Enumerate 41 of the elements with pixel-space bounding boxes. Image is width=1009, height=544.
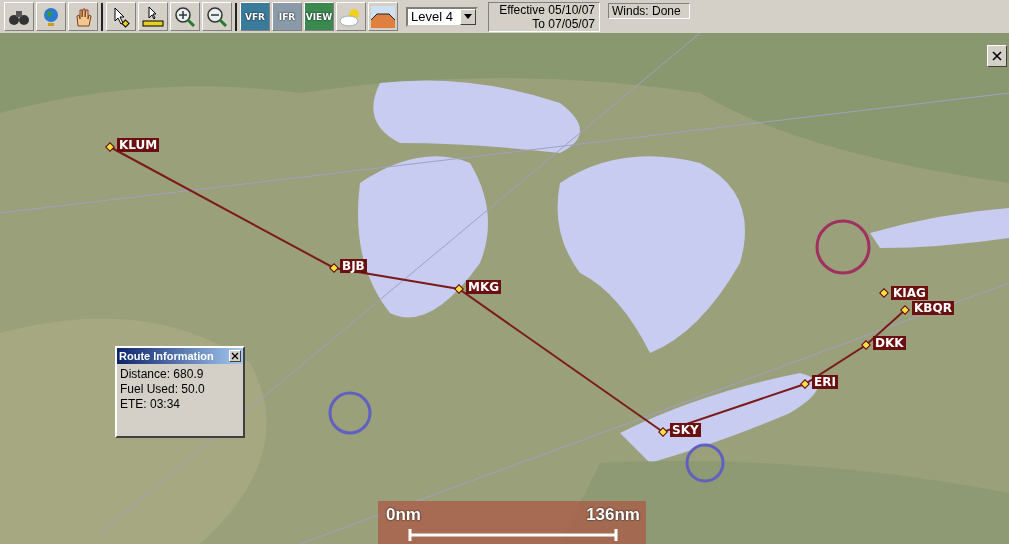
waypoint-label: KBQR [912,301,954,315]
waypoint-icon[interactable] [879,288,889,298]
scale-start: 0nm [386,505,421,525]
waypoint-label: DKK [873,336,906,350]
zoom-in-icon[interactable] [170,2,200,31]
globe-icon[interactable] [36,2,66,31]
chart-button[interactable]: IFR [272,2,302,31]
binoculars-icon[interactable] [4,2,34,31]
close-button[interactable] [987,45,1007,67]
hand-icon[interactable] [68,2,98,31]
waypoint-icon[interactable] [861,340,871,350]
waypoint-icon[interactable] [454,284,464,294]
waypoint-icon[interactable] [800,379,810,389]
close-button[interactable] [229,350,241,362]
winds-status: Winds: Done [608,3,690,19]
pointer-icon[interactable] [106,2,136,31]
panel-title: Route Information [119,350,214,362]
effective-dates: Effective 05/10/07 To 07/05/07 [488,1,600,32]
waypoint-label: ERI [812,375,838,389]
waypoint-icon[interactable] [329,263,339,273]
waypoint-icon[interactable] [105,142,115,152]
close-icon [992,51,1002,61]
waypoint-icon[interactable] [900,305,910,315]
waypoint-label: BJB [340,259,367,273]
route-info-line: Fuel Used: 50.0 [119,382,206,397]
chart-button[interactable]: VFR [240,2,270,31]
waypoint-icon[interactable] [658,427,668,437]
scale-end: 136nm [586,505,640,525]
waypoint-label: KIAG [891,286,928,300]
route-info-line: ETE: 03:34 [119,397,182,412]
close-icon [231,352,239,360]
weather-icon[interactable] [336,2,366,31]
ruler-pointer-icon[interactable] [138,2,168,31]
zoom-out-icon[interactable] [202,2,232,31]
chart-button[interactable]: VIEW [304,2,334,31]
waypoint-label: SKY [670,423,701,437]
profile-icon[interactable] [368,2,398,31]
waypoint-label: MKG [466,280,502,294]
level-select[interactable]: Level 4 [406,6,478,27]
waypoint-label: KLUM [117,138,160,152]
route-info-line: Distance: 680.9 [119,367,205,382]
